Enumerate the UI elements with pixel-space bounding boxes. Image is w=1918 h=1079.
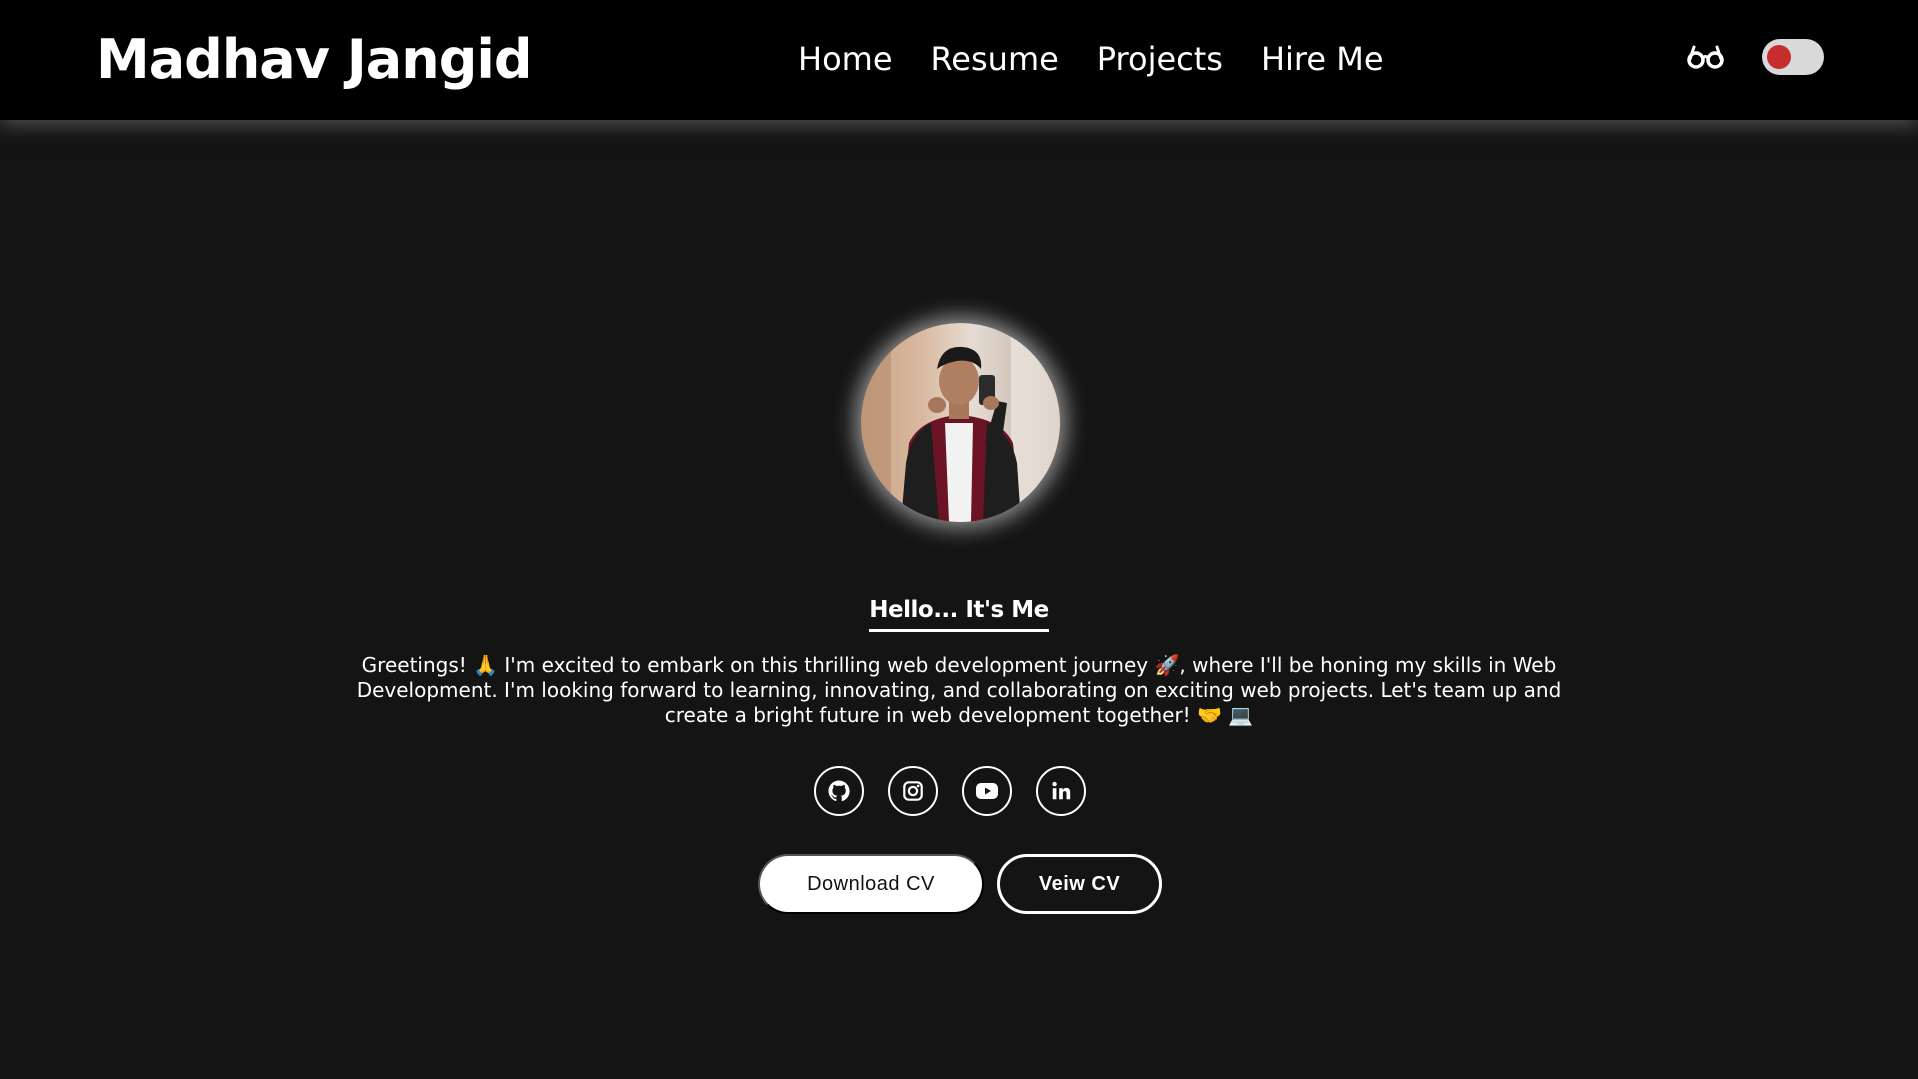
- linkedin-icon: [1052, 781, 1071, 800]
- main-nav: Home Resume Projects Hire Me: [798, 40, 1384, 78]
- greeting-heading-wrap: Hello... It's Me: [0, 597, 1918, 632]
- nav-hire-me[interactable]: Hire Me: [1261, 40, 1384, 78]
- intro-line-3: create a bright future in web developmen…: [664, 703, 1254, 727]
- nav-resume[interactable]: Resume: [931, 40, 1059, 78]
- greeting-heading: Hello... It's Me: [869, 597, 1049, 632]
- nav-projects[interactable]: Projects: [1097, 40, 1223, 78]
- intro-paragraph: Greetings! 🙏 I'm excited to embark on th…: [350, 653, 1568, 728]
- navbar: Madhav Jangid Home Resume Projects Hire …: [0, 0, 1918, 120]
- linkedin-link[interactable]: [1036, 766, 1086, 816]
- view-cv-button[interactable]: Veiw CV: [997, 854, 1162, 914]
- download-cv-button[interactable]: Download CV: [758, 854, 984, 914]
- github-icon: [828, 780, 850, 802]
- github-link[interactable]: [814, 766, 864, 816]
- intro-line-1: Greetings! 🙏 I'm excited to embark on th…: [361, 653, 1557, 677]
- instagram-icon: [903, 781, 923, 801]
- youtube-link[interactable]: [962, 766, 1012, 816]
- site-brand[interactable]: Madhav Jangid: [96, 28, 533, 91]
- profile-avatar: [861, 323, 1060, 522]
- intro-line-2: Development. I'm looking forward to lear…: [356, 678, 1562, 702]
- instagram-link[interactable]: [888, 766, 938, 816]
- youtube-icon: [976, 783, 998, 799]
- theme-toggle[interactable]: [1762, 39, 1824, 75]
- toggle-knob: [1767, 45, 1791, 69]
- glasses-icon[interactable]: [1686, 42, 1726, 72]
- social-links: [814, 766, 1086, 816]
- nav-home[interactable]: Home: [798, 40, 893, 78]
